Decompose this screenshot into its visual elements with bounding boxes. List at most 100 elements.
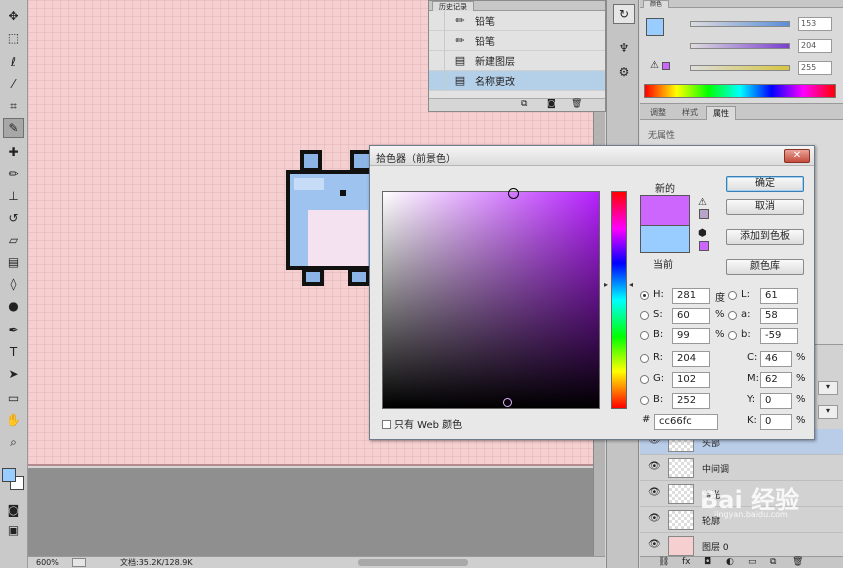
hue-slider[interactable]: ▸ ◂ xyxy=(604,191,633,409)
mask-icon[interactable]: ◘ xyxy=(704,557,711,567)
eye-icon[interactable]: 👁 xyxy=(648,461,661,472)
field-cursor[interactable] xyxy=(507,188,519,200)
slider-value-input[interactable]: 204 xyxy=(798,39,832,53)
zoom-tool-icon[interactable]: ⌕ xyxy=(3,432,24,452)
hue-arrow-right-icon[interactable]: ◂ xyxy=(629,280,633,289)
history-source-checkbox[interactable] xyxy=(429,10,445,31)
color-value-input[interactable]: 61 xyxy=(760,288,798,304)
history-source-checkbox[interactable] xyxy=(429,30,445,51)
history-source-checkbox[interactable] xyxy=(429,70,445,91)
color-mode-radio[interactable] xyxy=(728,331,737,340)
eye-icon[interactable]: 👁 xyxy=(648,513,661,524)
color-value-input[interactable]: 62 xyxy=(760,372,792,388)
group-icon[interactable]: ▭ xyxy=(748,557,757,567)
hue-arrow-left-icon[interactable]: ▸ xyxy=(604,280,608,289)
new-layer-icon[interactable]: ⧉ xyxy=(770,557,776,567)
eyedropper-tool-icon[interactable]: ✎ xyxy=(3,118,24,138)
layer-row[interactable]: 👁 中间调 xyxy=(640,455,843,481)
trash-icon[interactable]: 🗑 xyxy=(571,99,582,109)
color-slider[interactable]: 255 xyxy=(690,61,832,75)
slider-track[interactable] xyxy=(690,65,790,71)
gamut-swatch[interactable] xyxy=(662,62,670,70)
tab-color[interactable]: 颜色 xyxy=(643,0,670,8)
delete-layer-icon[interactable]: 🗑 xyxy=(792,557,803,567)
color-value-input[interactable]: 60 xyxy=(672,308,710,324)
type-tool-icon[interactable]: T xyxy=(3,342,24,362)
ok-button[interactable]: 确定 xyxy=(726,176,804,192)
shape-tool-icon[interactable]: ▭ xyxy=(3,388,24,408)
color-mode-radio[interactable] xyxy=(640,331,649,340)
lasso-tool-icon[interactable]: ℓ xyxy=(3,52,24,72)
saturation-brightness-field[interactable] xyxy=(382,188,600,409)
color-mode-radio[interactable] xyxy=(640,291,649,300)
pen-tool-icon[interactable]: ✒ xyxy=(3,320,24,340)
color-value-input[interactable]: 0 xyxy=(760,393,792,409)
eye-icon[interactable]: 👁 xyxy=(648,539,661,550)
history-item[interactable]: ▤ 新建图层 xyxy=(429,50,605,71)
hand-tool-icon[interactable]: ✋ xyxy=(3,410,24,430)
color-value-input[interactable]: 102 xyxy=(672,372,710,388)
camera-icon[interactable]: ◙ xyxy=(547,99,556,109)
close-icon[interactable]: ✕ xyxy=(784,149,810,163)
eraser-tool-icon[interactable]: ▱ xyxy=(3,230,24,250)
clone-stamp-tool-icon[interactable]: ⊥ xyxy=(3,186,24,206)
cancel-button[interactable]: 取消 xyxy=(726,199,804,215)
history-item[interactable]: ▤ 名称更改 xyxy=(429,70,605,91)
color-value-input[interactable]: 252 xyxy=(672,393,710,409)
gamut-correction-swatch[interactable] xyxy=(699,209,709,219)
color-mode-radio[interactable] xyxy=(728,311,737,320)
color-libraries-button[interactable]: 颜色库 xyxy=(726,259,804,275)
quick-mask-icon[interactable]: ◙ xyxy=(3,500,24,520)
tab-0[interactable]: 调整 xyxy=(644,106,672,120)
layer-name[interactable]: 图层 0 xyxy=(702,540,729,553)
color-mode-radio[interactable] xyxy=(640,311,649,320)
status-menu-icon[interactable] xyxy=(72,558,86,567)
web-safe-cube-icon[interactable]: ⬢ xyxy=(698,228,707,239)
layer-name[interactable]: 中间调 xyxy=(702,462,729,475)
current-color-swatch[interactable] xyxy=(640,225,690,253)
gamut-warning-icon[interactable]: ⚠ xyxy=(698,197,707,208)
path-selection-tool-icon[interactable]: ➤ xyxy=(3,364,24,384)
color-value-input[interactable]: -59 xyxy=(760,328,798,344)
dodge-tool-icon[interactable]: ● xyxy=(3,296,24,316)
color-mode-radio[interactable] xyxy=(728,291,737,300)
healing-brush-tool-icon[interactable]: ✚ xyxy=(3,142,24,162)
web-safe-swatch[interactable] xyxy=(699,241,709,251)
color-spectrum[interactable] xyxy=(644,84,836,98)
color-mode-radio[interactable] xyxy=(640,375,649,384)
magic-wand-tool-icon[interactable]: ⁄ xyxy=(3,74,24,94)
color-value-input[interactable]: 58 xyxy=(760,308,798,324)
tab-history[interactable]: 历史记录 xyxy=(432,1,474,11)
brush-tool-icon[interactable]: ✏ xyxy=(3,164,24,184)
gradient-tool-icon[interactable]: ▤ xyxy=(3,252,24,272)
horizontal-scrollbar[interactable] xyxy=(358,559,468,566)
color-value-input[interactable]: 204 xyxy=(672,351,710,367)
tab-1[interactable]: 样式 xyxy=(676,106,704,120)
new-document-icon[interactable]: ⧉ xyxy=(521,99,527,109)
slider-track[interactable] xyxy=(690,43,790,49)
foreground-swatch[interactable] xyxy=(646,18,664,36)
crop-tool-icon[interactable]: ⌗ xyxy=(3,96,24,116)
slider-track[interactable] xyxy=(690,21,790,27)
fx-icon[interactable]: fx xyxy=(682,557,691,567)
color-value-input[interactable]: 99 xyxy=(672,328,710,344)
dialog-titlebar[interactable]: 拾色器（前景色） ✕ xyxy=(370,146,814,166)
add-to-swatches-button[interactable]: 添加到色板 xyxy=(726,229,804,245)
marquee-tool-icon[interactable]: ⬚ xyxy=(3,28,24,48)
tool-presets-dock-icon[interactable]: ⚙ xyxy=(613,62,635,82)
link-layers-icon[interactable]: ⛓ xyxy=(658,557,669,567)
color-slider[interactable]: 153 xyxy=(690,17,832,31)
web-colors-only-checkbox[interactable]: 只有 Web 颜色 xyxy=(382,416,462,431)
color-mode-radio[interactable] xyxy=(640,354,649,363)
color-mode-radio[interactable] xyxy=(640,396,649,405)
color-slider[interactable]: 204 xyxy=(690,39,832,53)
screen-mode-icon[interactable]: ▣ xyxy=(3,520,24,540)
history-source-checkbox[interactable] xyxy=(429,50,445,71)
adjustment-icon[interactable]: ◐ xyxy=(726,557,734,567)
actions-dock-icon[interactable]: ♆ xyxy=(613,38,635,58)
zoom-level[interactable]: 600% xyxy=(36,557,59,568)
slider-value-input[interactable]: 153 xyxy=(798,17,832,31)
slider-value-input[interactable]: 255 xyxy=(798,61,832,75)
hex-input[interactable]: cc66fc xyxy=(654,414,718,430)
color-value-input[interactable]: 0 xyxy=(760,414,792,430)
